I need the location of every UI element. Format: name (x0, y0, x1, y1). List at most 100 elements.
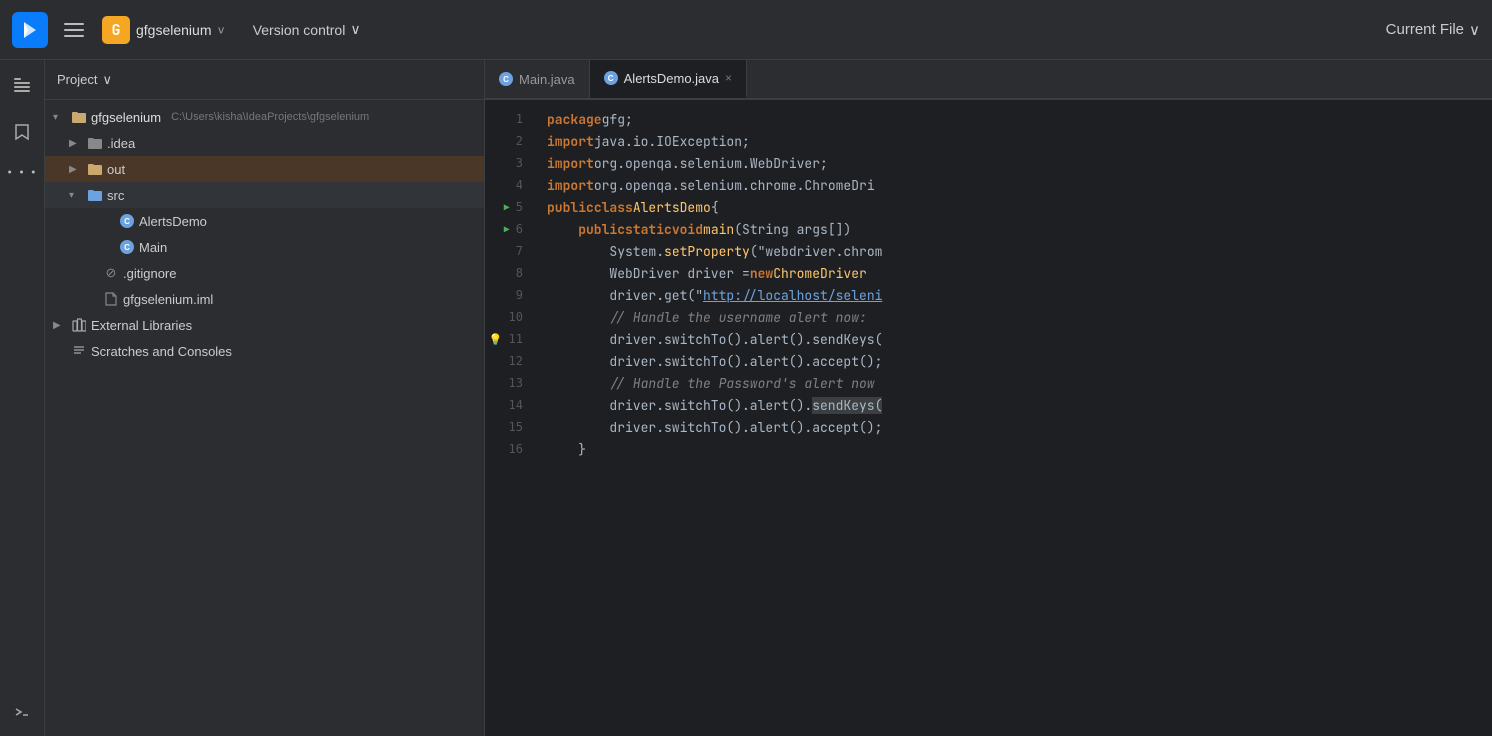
folder-gray-icon (87, 135, 103, 151)
line-number-2: 2 (516, 130, 523, 152)
no-entry-icon: ⊘ (103, 265, 119, 281)
folder-icon (71, 109, 87, 125)
tree-item-alertsdemo[interactable]: C AlertsDemo (45, 208, 484, 234)
version-control-button[interactable]: Version control ∨ (253, 21, 361, 38)
line-number-14: 14 (509, 394, 523, 416)
code-line-5: public class AlertsDemo { (547, 196, 1480, 218)
main-area: ··· Project ∨ ▾ gfgselenium C:\User (0, 60, 1492, 736)
line-number-8: 8 (516, 262, 523, 284)
code-line-14: driver.switchTo().alert().sendKeys( (547, 394, 1480, 416)
project-chevron-icon: ∨ (102, 72, 112, 88)
code-editor[interactable]: package gfg; import java.io.IOException;… (535, 100, 1492, 736)
code-line-1: package gfg; (547, 108, 1480, 130)
tree-item-label: .idea (107, 136, 135, 151)
run-icon: ▶ (504, 202, 510, 213)
tree-item-label: External Libraries (91, 318, 192, 333)
java-class-icon: C (119, 213, 135, 229)
sidebar-header[interactable]: Project ∨ (45, 60, 484, 100)
tab-label: Main.java (519, 72, 575, 87)
run-icon: ▶ (504, 224, 510, 235)
folder-blue-icon (87, 187, 103, 203)
project-title[interactable]: Project ∨ (57, 72, 112, 88)
project-title-text: Project (57, 72, 97, 87)
tree-item-label: out (107, 162, 125, 177)
code-line-15: driver.switchTo().alert().accept(); (547, 416, 1480, 438)
line-number-13: 13 (509, 372, 523, 394)
code-line-2: import java.io.IOException; (547, 130, 1480, 152)
line-number-9: 9 (516, 284, 523, 306)
tree-item-idea[interactable]: ▶ .idea (45, 130, 484, 156)
tree-item-src[interactable]: ▾ src (45, 182, 484, 208)
tree-item-label: AlertsDemo (139, 214, 207, 229)
folder-orange-icon (87, 161, 103, 177)
tree-item-label: gfgselenium.iml (123, 292, 213, 307)
code-line-12: driver.switchTo().alert().accept(); (547, 350, 1480, 372)
current-file-chevron-icon: ∨ (1469, 21, 1480, 39)
line-number-16: 16 (509, 438, 523, 460)
arrow-icon: ▾ (69, 190, 83, 201)
line-number-1: 1 (516, 108, 523, 130)
tree-item-main[interactable]: C Main (45, 234, 484, 260)
tab-alertsdemo-java[interactable]: C AlertsDemo.java × (590, 60, 747, 98)
tree-item-label: Main (139, 240, 167, 255)
version-control-chevron-icon: ∨ (350, 21, 360, 38)
code-line-4: import org.openqa.selenium.chrome.Chrome… (547, 174, 1480, 196)
current-file-label: Current File (1386, 21, 1464, 38)
code-line-8: WebDriver driver = new ChromeDriver (547, 262, 1480, 284)
topbar: G gfgselenium ∨ Version control ∨ Curren… (0, 0, 1492, 60)
scratches-icon (71, 343, 87, 359)
code-container: 1 2 3 4 ▶ 5 ▶ 6 7 8 9 10 💡 11 (485, 100, 1492, 736)
code-line-6: public static void main(String args[]) (547, 218, 1480, 240)
java-icon: C (499, 72, 513, 86)
line-number-4: 4 (516, 174, 523, 196)
current-file-selector[interactable]: Current File ∨ (1386, 21, 1480, 39)
library-icon (71, 317, 87, 333)
line-number-6: ▶ 6 (504, 218, 523, 240)
line-number-10: 10 (509, 306, 523, 328)
tree-item-iml[interactable]: gfgselenium.iml (45, 286, 484, 312)
tree-item-path: C:\Users\kisha\IdeaProjects\gfgselenium (171, 111, 369, 123)
code-line-9: driver.get("http://localhost/seleni (547, 284, 1480, 306)
version-control-label: Version control (253, 22, 346, 38)
folder-tree-icon[interactable] (6, 68, 38, 100)
code-line-13: // Handle the Password's alert now (547, 372, 1480, 394)
java-icon: C (604, 71, 618, 85)
tab-label: AlertsDemo.java (624, 71, 719, 86)
line-numbers: 1 2 3 4 ▶ 5 ▶ 6 7 8 9 10 💡 11 (485, 100, 535, 736)
project-chevron-icon: ∨ (218, 22, 225, 38)
project-selector[interactable]: G gfgselenium ∨ (102, 16, 225, 44)
tree-item-gfgselenium[interactable]: ▾ gfgselenium C:\Users\kisha\IdeaProject… (45, 104, 484, 130)
tree-item-gitignore[interactable]: ⊘ .gitignore (45, 260, 484, 286)
arrow-icon: ▶ (53, 320, 67, 331)
bulb-icon: 💡 (489, 333, 503, 346)
app-logo (12, 12, 48, 48)
tab-main-java[interactable]: C Main.java (485, 60, 590, 98)
code-line-10: // Handle the username alert now: (547, 306, 1480, 328)
bookmarks-icon[interactable] (6, 116, 38, 148)
dots-icon[interactable]: ··· (6, 156, 38, 188)
tree-item-external-libs[interactable]: ▶ External Libraries (45, 312, 484, 338)
code-line-7: System.setProperty("webdriver.chrom (547, 240, 1480, 262)
line-number-12: 12 (509, 350, 523, 372)
line-number-5: ▶ 5 (504, 196, 523, 218)
java-class-icon: C (119, 239, 135, 255)
line-number-3: 3 (516, 152, 523, 174)
tree-item-label: Scratches and Consoles (91, 344, 232, 359)
arrow-icon: ▶ (69, 138, 83, 149)
arrow-icon: ▶ (69, 164, 83, 175)
code-line-3: import org.openqa.selenium.WebDriver; (547, 152, 1480, 174)
tree-item-scratches[interactable]: Scratches and Consoles (45, 338, 484, 364)
tree-item-out[interactable]: ▶ out (45, 156, 484, 182)
left-gutter: ··· (0, 60, 45, 736)
sidebar-tree: ▾ gfgselenium C:\Users\kisha\IdeaProject… (45, 100, 484, 736)
editor-area: C Main.java C AlertsDemo.java × 1 2 3 4 … (485, 60, 1492, 736)
project-name: gfgselenium (136, 22, 212, 38)
hamburger-menu[interactable] (60, 19, 88, 41)
line-number-15: 15 (509, 416, 523, 438)
code-line-11: driver.switchTo().alert().sendKeys( (547, 328, 1480, 350)
tree-item-label: .gitignore (123, 266, 176, 281)
project-badge: G (102, 16, 130, 44)
terminal-icon[interactable] (6, 696, 38, 728)
tab-close-button[interactable]: × (725, 71, 732, 85)
tree-item-label: src (107, 188, 124, 203)
